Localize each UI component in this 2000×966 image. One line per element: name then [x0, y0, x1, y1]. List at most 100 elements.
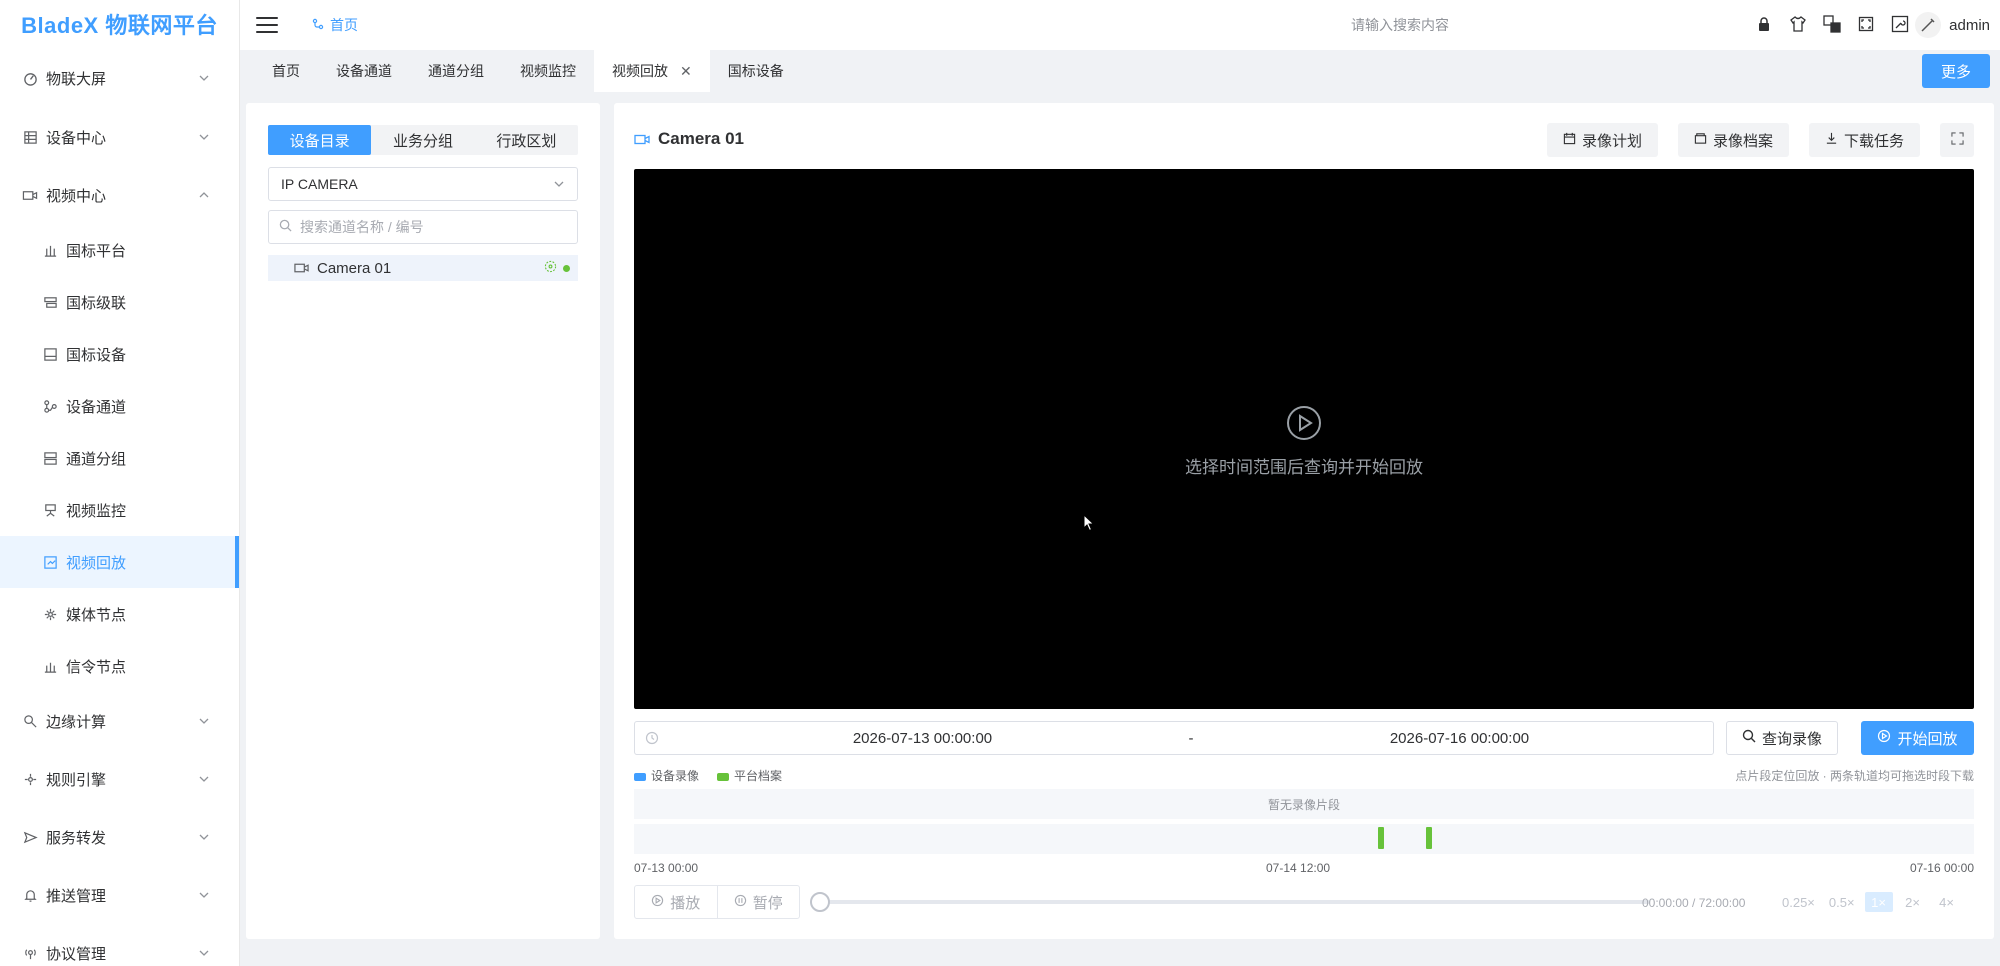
user-name[interactable]: admin	[1949, 17, 1990, 34]
menu-protocol[interactable]: 协议管理	[0, 924, 239, 966]
camera-icon	[634, 133, 650, 146]
menu-toggle-icon[interactable]	[256, 17, 278, 33]
speed-option[interactable]: 2×	[1899, 892, 1927, 912]
breadcrumb-home[interactable]: 首页	[330, 15, 358, 35]
segment-admin-region[interactable]: 行政区划	[475, 125, 578, 155]
menu-label: 规则引擎	[46, 771, 107, 789]
app-logo[interactable]: BladeX 物联网平台	[0, 0, 239, 48]
menu-label: 设备中心	[46, 129, 107, 147]
download-task-button[interactable]: 下载任务	[1808, 123, 1920, 157]
sidebar-item-media-node[interactable]: 媒体节点	[0, 588, 239, 640]
sidebar-item-signal-node[interactable]: 信令节点	[0, 640, 239, 692]
device-select[interactable]: IP CAMERA	[268, 167, 578, 201]
video-player[interactable]: 选择时间范围后查询并开始回放	[634, 169, 1974, 709]
sidebar-item-gb-platform[interactable]: 国标平台	[0, 224, 239, 276]
tab-gb-device[interactable]: 国标设备	[710, 50, 802, 92]
cascade-icon	[42, 294, 58, 310]
record-archive-button[interactable]: 录像档案	[1677, 123, 1789, 157]
platform-icon	[42, 242, 58, 258]
fullscreen-icon[interactable]	[1856, 14, 1876, 34]
query-records-button[interactable]: 查询录像	[1726, 721, 1838, 755]
player-hint: 选择时间范围后查询并开始回放	[1185, 458, 1423, 477]
tab-device-channel[interactable]: 设备通道	[318, 50, 410, 92]
segment-device-catalog[interactable]: 设备目录	[268, 125, 372, 155]
tree-mode-segments: 设备目录 业务分组 行政区划	[268, 125, 578, 155]
close-icon[interactable]: ✕	[680, 63, 692, 80]
tree-node-label: Camera 01	[317, 259, 392, 277]
segment-business-group[interactable]: 业务分组	[371, 125, 474, 155]
menu-dashboard[interactable]: 物联大屏	[0, 48, 239, 108]
menu-edge[interactable]: 边缘计算	[0, 692, 239, 750]
play-circle-icon[interactable]	[1286, 405, 1322, 441]
archive-segment[interactable]	[1426, 827, 1432, 849]
bell-icon	[22, 887, 38, 903]
avatar[interactable]	[1915, 12, 1942, 38]
tab-video-monitor[interactable]: 视频监控	[502, 50, 594, 92]
tab-home[interactable]: 首页	[254, 50, 318, 92]
theme-shirt-icon[interactable]	[1788, 14, 1808, 34]
speed-option[interactable]: 0.25×	[1778, 892, 1819, 912]
timecode: 00:00:00 / 72:00:00	[1642, 896, 1746, 910]
menu-label: 推送管理	[46, 887, 107, 905]
tab-video-playback[interactable]: 视频回放 ✕	[594, 50, 710, 92]
menu-label: 视频中心	[46, 187, 107, 205]
channel-search-input[interactable]	[300, 219, 567, 235]
pause-button[interactable]: 暂停	[716, 886, 800, 918]
menu-push[interactable]: 推送管理	[0, 866, 239, 924]
sidebar-item-label: 设备通道	[66, 398, 127, 416]
more-tabs-button[interactable]: 更多	[1922, 54, 1990, 88]
play-button[interactable]: 播放	[635, 886, 717, 918]
edge-icon	[22, 713, 38, 729]
lock-icon[interactable]	[1754, 14, 1774, 34]
progress-slider[interactable]	[810, 892, 1650, 912]
translate-icon[interactable]	[1822, 14, 1842, 34]
global-search-input[interactable]: 请输入搜索内容	[1270, 15, 1530, 35]
breadcrumb[interactable]: 首页	[312, 15, 358, 35]
sidebar-item-playback[interactable]: 视频回放	[0, 536, 239, 588]
archive-icon	[1694, 132, 1707, 149]
date-range-picker[interactable]: 2026-07-13 00:00:00 - 2026-07-16 00:00:0…	[634, 721, 1714, 755]
sidebar-item-channel[interactable]: 设备通道	[0, 380, 239, 432]
menu-rule-engine[interactable]: 规则引擎	[0, 750, 239, 808]
menu-label: 服务转发	[46, 829, 107, 847]
range-end[interactable]: 2026-07-16 00:00:00	[1206, 730, 1713, 747]
speed-option-active[interactable]: 1×	[1864, 892, 1893, 912]
menu-label: 协议管理	[46, 945, 107, 963]
speed-option[interactable]: 0.5×	[1825, 892, 1859, 912]
menu-video-center[interactable]: 视频中心	[0, 166, 239, 224]
channel-search[interactable]	[268, 210, 578, 244]
sidebar-item-label: 国标设备	[66, 346, 127, 364]
menu-forwarding[interactable]: 服务转发	[0, 808, 239, 866]
slider-rail[interactable]	[820, 900, 1650, 904]
channel-icon	[42, 398, 58, 414]
slider-knob[interactable]	[810, 892, 830, 912]
sidebar-item-gb-cascade[interactable]: 国标级联	[0, 276, 239, 328]
user-menu[interactable]: admin	[1915, 12, 1990, 38]
speed-option[interactable]: 4×	[1933, 892, 1961, 912]
sidebar-item-channel-group[interactable]: 通道分组	[0, 432, 239, 484]
tree-node-camera[interactable]: Camera 01	[268, 255, 578, 281]
device-record-track[interactable]: 暂无录像片段	[634, 789, 1974, 819]
top-header: 首页 请输入搜索内容 admin	[240, 0, 2000, 50]
breadcrumb-icon	[312, 17, 324, 33]
sidebar: BladeX 物联网平台 物联大屏 设备中心 视频中心 国标平台 国标级联 国标…	[0, 0, 240, 966]
play-pause-group: 播放 暂停	[634, 885, 800, 919]
sidebar-item-monitor[interactable]: 视频监控	[0, 484, 239, 536]
player-fullscreen-button[interactable]	[1940, 123, 1974, 157]
sidebar-item-label: 通道分组	[66, 450, 127, 468]
platform-archive-track[interactable]	[634, 824, 1974, 854]
range-start[interactable]: 2026-07-13 00:00:00	[669, 730, 1176, 747]
start-playback-button[interactable]: 开始回放	[1861, 721, 1974, 755]
settings-wrench-icon[interactable]	[1890, 14, 1910, 34]
archive-segment[interactable]	[1378, 827, 1384, 849]
timeline-hint: 点片段定位回放 · 两条轨道均可拖选时段下载	[1735, 769, 1974, 783]
start-playback-label: 开始回放	[1897, 730, 1958, 748]
chevron-down-icon	[197, 830, 211, 844]
record-plan-label: 录像计划	[1581, 132, 1642, 150]
menu-device-center[interactable]: 设备中心	[0, 108, 239, 166]
sidebar-item-gb-device[interactable]: 国标设备	[0, 328, 239, 380]
tab-channel-group[interactable]: 通道分组	[410, 50, 502, 92]
group-icon	[42, 450, 58, 466]
record-plan-button[interactable]: 录像计划	[1546, 123, 1658, 157]
chevron-down-icon	[197, 714, 211, 728]
